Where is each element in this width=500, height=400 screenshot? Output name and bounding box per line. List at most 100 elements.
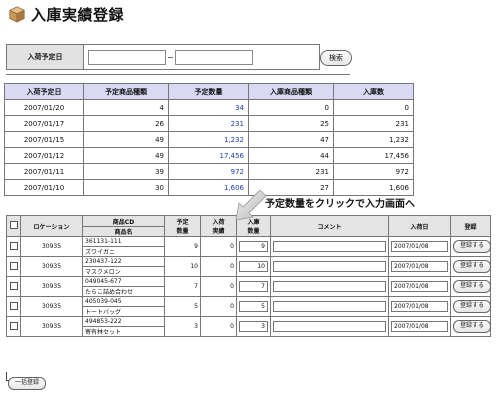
- comment-cell: [270, 256, 389, 277]
- comment-input[interactable]: [273, 241, 386, 252]
- qty-input[interactable]: 5: [239, 301, 268, 312]
- planned-qty-link[interactable]: 17,456: [168, 147, 249, 164]
- row-select-cell: [6, 316, 21, 337]
- row-select-cell: [6, 256, 21, 277]
- date-input[interactable]: 2007/01/08: [391, 241, 448, 252]
- row-product-code: 361131-111: [82, 236, 165, 247]
- register-button[interactable]: 登録する: [453, 320, 491, 333]
- table-row: 30935 361131-111 9 0 9 2007/01/08 登録する: [6, 236, 491, 257]
- header-planned-qty: 予定 数量: [164, 215, 201, 237]
- qty-cell: 10: [236, 256, 271, 277]
- register-button[interactable]: 登録する: [453, 300, 491, 313]
- page-header: 入庫実績登録: [8, 3, 124, 25]
- row-received-types: 25: [248, 115, 334, 132]
- row-date: 2007/01/17: [4, 115, 84, 132]
- row-checkbox[interactable]: [9, 261, 18, 270]
- header-product-name: 商品名: [82, 226, 165, 237]
- row-product-name: マスクメロン: [82, 266, 165, 277]
- row-planned-types: 39: [83, 163, 169, 180]
- qty-cell: 3: [236, 316, 271, 337]
- qty-cell: 7: [236, 276, 271, 297]
- row-date: 2007/01/10: [4, 179, 84, 196]
- row-checkbox[interactable]: [9, 301, 18, 310]
- select-all-checkbox[interactable]: [9, 221, 18, 229]
- planned-qty-link[interactable]: 231: [168, 115, 249, 132]
- row-checkbox[interactable]: [9, 241, 18, 250]
- qty-input[interactable]: 3: [239, 321, 268, 332]
- date-cell: 2007/01/08: [388, 316, 451, 337]
- register-button[interactable]: 登録する: [453, 280, 491, 293]
- qty-input[interactable]: 9: [239, 241, 268, 252]
- comment-cell: [270, 276, 389, 297]
- row-planned-types: 26: [83, 115, 169, 132]
- date-from-input[interactable]: [88, 49, 166, 65]
- register-cell: 登録する: [450, 236, 491, 257]
- search-form: 入荷予定日 ~: [6, 44, 320, 70]
- table-row: 2007/01/11 39 972 231 972: [4, 163, 414, 180]
- qty-cell: 9: [236, 236, 271, 257]
- date-input[interactable]: 2007/01/08: [391, 261, 448, 272]
- row-product-name: ズワイガニ: [82, 246, 165, 257]
- row-select-cell: [6, 236, 21, 257]
- detail-table: ロケーション 商品CD 予定 数量 入荷 実績 入庫 数量 コメント 入荷日 登…: [6, 215, 491, 337]
- row-select-cell: [6, 276, 21, 297]
- comment-input[interactable]: [273, 261, 386, 272]
- comment-input[interactable]: [273, 321, 386, 332]
- row-actual: 0: [200, 296, 237, 317]
- planned-qty-link[interactable]: 34: [168, 99, 249, 116]
- comment-input[interactable]: [273, 281, 386, 292]
- date-cell: 2007/01/08: [388, 276, 451, 297]
- qty-input[interactable]: 10: [239, 261, 268, 272]
- row-actual: 0: [200, 256, 237, 277]
- row-date: 2007/01/12: [4, 147, 84, 164]
- row-checkbox[interactable]: [9, 281, 18, 290]
- row-actual: 0: [200, 316, 237, 337]
- row-checkbox[interactable]: [9, 321, 18, 330]
- register-button[interactable]: 登録する: [453, 240, 491, 253]
- row-product-code: 230437-122: [82, 256, 165, 267]
- register-cell: 登録する: [450, 256, 491, 277]
- row-location: 30935: [20, 316, 83, 337]
- row-received-qty: 0: [333, 99, 414, 116]
- row-location: 30935: [20, 276, 83, 297]
- row-planned-qty: 7: [164, 276, 201, 297]
- row-received-types: 44: [248, 147, 334, 164]
- table-row: 2007/01/10 30 1,606 27 1,606: [4, 179, 414, 196]
- date-input[interactable]: 2007/01/08: [391, 301, 448, 312]
- search-date-label: 入荷予定日: [7, 45, 84, 69]
- row-date: 2007/01/11: [4, 163, 84, 180]
- row-date: 2007/01/20: [4, 99, 84, 116]
- summary-header-row: 入荷予定日 予定商品種類 予定数量 入庫商品種類 入庫数: [4, 83, 414, 100]
- annotation-text: 予定数量をクリックで入力画面へ: [265, 199, 415, 210]
- header-date: 入荷日: [388, 215, 451, 237]
- row-product-code: 405039-045: [82, 296, 165, 307]
- table-row: 2007/01/15 49 1,232 47 1,232: [4, 131, 414, 148]
- header-received-qty: 入庫数: [333, 83, 414, 100]
- bulk-register-button[interactable]: 一括登録: [8, 377, 46, 390]
- comment-cell: [270, 236, 389, 257]
- row-actual: 0: [200, 236, 237, 257]
- date-input[interactable]: 2007/01/08: [391, 281, 448, 292]
- header-received-types: 入庫商品種類: [248, 83, 334, 100]
- qty-input[interactable]: 7: [239, 281, 268, 292]
- planned-qty-link[interactable]: 1,232: [168, 131, 249, 148]
- row-product-name: 寄有林セット: [82, 326, 165, 337]
- box-icon: [8, 6, 26, 23]
- comment-input[interactable]: [273, 301, 386, 312]
- row-location: 30935: [20, 256, 83, 277]
- date-to-input[interactable]: [174, 49, 253, 65]
- register-button[interactable]: 登録する: [453, 260, 491, 273]
- divider: [6, 74, 350, 75]
- date-cell: 2007/01/08: [388, 236, 451, 257]
- comment-cell: [270, 296, 389, 317]
- row-received-qty: 17,456: [333, 147, 414, 164]
- date-cell: 2007/01/08: [388, 256, 451, 277]
- qty-cell: 5: [236, 296, 271, 317]
- table-row: 30935 049045-677 7 0 7 2007/01/08 登録する: [6, 276, 491, 297]
- date-range-separator: ~: [167, 52, 174, 62]
- planned-qty-link[interactable]: 972: [168, 163, 249, 180]
- date-input[interactable]: 2007/01/08: [391, 321, 448, 332]
- header-location: ロケーション: [20, 215, 83, 237]
- search-button[interactable]: 検索: [320, 50, 352, 66]
- register-cell: 登録する: [450, 296, 491, 317]
